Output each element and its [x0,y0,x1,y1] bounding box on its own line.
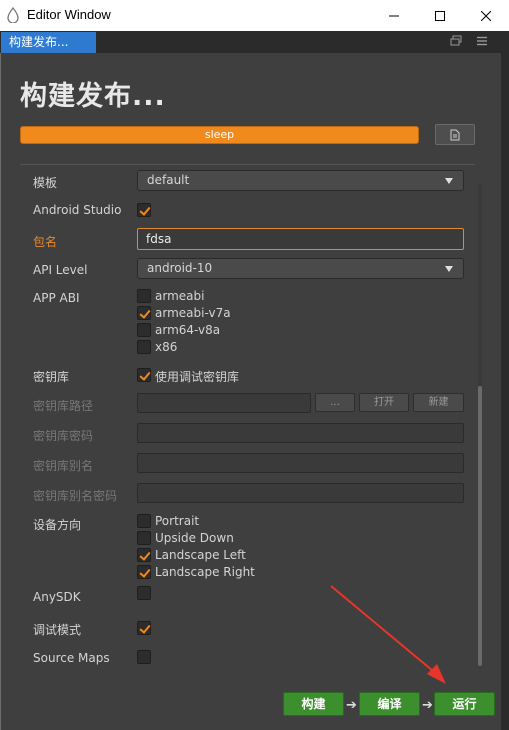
keystore-alias-input[interactable] [137,453,464,473]
keystore-password-input[interactable] [137,423,464,443]
divider [20,164,475,165]
source-maps-label: Source Maps [33,651,110,665]
android-studio-label: Android Studio [33,203,122,217]
build-progress-bar: sleep [20,126,419,144]
abi-arm64-v8a-label: arm64-v8a [155,323,221,337]
orientation-portrait-label: Portrait [155,514,200,528]
open-log-button[interactable] [435,124,475,145]
tab-build-publish[interactable]: 构建发布... [1,32,96,53]
orientation-landscape-right-checkbox[interactable] [137,565,151,579]
source-maps-checkbox[interactable] [137,650,151,664]
api-level-label: API Level [33,263,88,277]
package-name-label: 包名 [33,235,58,249]
anysdk-checkbox[interactable] [137,586,151,600]
popout-icon[interactable] [450,35,462,47]
title-bar: Editor Window [0,0,509,31]
abi-armeabi-v7a-label: armeabi-v7a [155,306,231,320]
keystore-password-label: 密钥库密码 [33,429,94,443]
debug-mode-label: 调试模式 [33,623,82,637]
minimize-button[interactable] [371,0,417,31]
template-value: default [147,173,190,187]
window-title: Editor Window [27,7,111,22]
run-button[interactable]: 运行 [434,692,495,716]
orientation-landscape-right-label: Landscape Right [155,565,255,579]
api-level-value: android-10 [147,261,213,275]
new-button[interactable]: 新建 [413,393,464,412]
panel-edge [501,53,509,730]
chevron-down-icon [445,266,453,272]
abi-armeabi-label: armeabi [155,289,205,303]
keystore-alias-password-label: 密钥库别名密码 [33,489,118,503]
orientation-landscape-left-checkbox[interactable] [137,548,151,562]
app-abi-label: APP ABI [33,291,80,305]
orientation-upside-down-label: Upside Down [155,531,234,545]
editor-window: Editor Window 构建发布... 构建发布... sleep 模板 d… [0,0,509,730]
abi-x86-checkbox[interactable] [137,340,151,354]
orientation-landscape-left-label: Landscape Left [155,548,246,562]
android-studio-checkbox[interactable] [137,203,151,217]
close-icon [481,10,491,21]
maximize-button[interactable] [417,0,463,31]
abi-arm64-v8a-checkbox[interactable] [137,323,151,337]
page-title: 构建发布... [20,81,166,112]
progress-label: sleep [204,128,235,141]
close-button[interactable] [463,0,509,31]
document-icon [450,129,460,140]
keystore-alias-password-input[interactable] [137,483,464,503]
build-button[interactable]: 构建 [283,692,344,716]
use-debug-keystore-label: 使用调试密钥库 [155,370,240,384]
keystore-path-input[interactable] [137,393,311,413]
orientation-portrait-checkbox[interactable] [137,514,151,528]
use-debug-keystore-checkbox[interactable] [137,368,151,382]
anysdk-label: AnySDK [33,590,81,604]
maximize-icon [435,10,445,21]
template-select[interactable]: default [137,170,464,191]
abi-armeabi-checkbox[interactable] [137,289,151,303]
debug-mode-checkbox[interactable] [137,621,151,635]
arrow-right-icon: ➔ [422,698,433,713]
scrollbar-thumb[interactable] [478,386,482,666]
abi-armeabi-v7a-checkbox[interactable] [137,306,151,320]
package-name-input[interactable]: fdsa [137,228,464,250]
browse-button[interactable]: ... [315,393,355,412]
arrow-right-icon: ➔ [346,698,357,713]
menu-icon[interactable] [476,36,488,46]
chevron-down-icon [445,178,453,184]
open-button[interactable]: 打开 [359,393,409,412]
api-level-select[interactable]: android-10 [137,258,464,279]
app-icon [7,7,19,23]
orientation-upside-down-checkbox[interactable] [137,531,151,545]
compile-button[interactable]: 编译 [359,692,420,716]
keystore-label: 密钥库 [33,370,70,384]
settings-scroll-area[interactable]: 模板 default Android Studio 包名 fdsa API Le… [20,166,482,673]
keystore-alias-label: 密钥库别名 [33,459,94,473]
orientation-label: 设备方向 [33,518,82,532]
keystore-path-label: 密钥库路径 [33,399,94,413]
minimize-icon [389,15,399,16]
template-label: 模板 [33,176,58,190]
abi-x86-label: x86 [155,340,178,354]
